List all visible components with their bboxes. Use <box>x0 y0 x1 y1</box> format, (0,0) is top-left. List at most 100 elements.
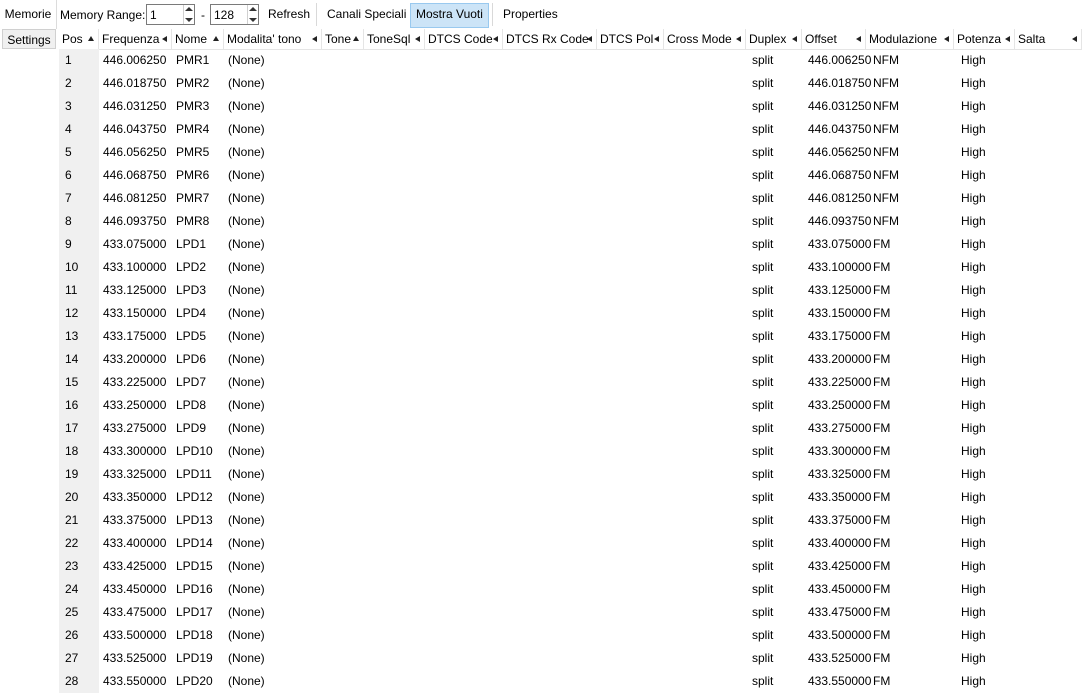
cell-freq[interactable]: 446.093750 <box>103 210 166 233</box>
cell-freq[interactable]: 446.018750 <box>103 72 166 95</box>
cell-pos[interactable]: 19 <box>65 463 78 486</box>
cell-modulation[interactable]: FM <box>873 440 890 463</box>
cell-freq[interactable]: 433.475000 <box>103 601 166 624</box>
cell-duplex[interactable]: split <box>752 647 773 670</box>
cell-duplex[interactable]: split <box>752 394 773 417</box>
cell-offset[interactable]: 446.043750 <box>808 118 871 141</box>
cell-name[interactable]: LPD5 <box>176 325 206 348</box>
cell-power[interactable]: High <box>961 555 986 578</box>
cell-duplex[interactable]: split <box>752 348 773 371</box>
cell-tone-mode[interactable]: (None) <box>228 601 265 624</box>
cell-modulation[interactable]: NFM <box>873 141 899 164</box>
sort-ascending-icon[interactable] <box>353 36 359 41</box>
cell-duplex[interactable]: split <box>752 302 773 325</box>
cell-name[interactable]: LPD17 <box>176 601 213 624</box>
cell-modulation[interactable]: FM <box>873 486 890 509</box>
cell-offset[interactable]: 446.006250 <box>808 49 871 72</box>
cell-tone-mode[interactable]: (None) <box>228 463 265 486</box>
column-header-tonesql[interactable]: ToneSql <box>364 29 425 49</box>
table-row[interactable]: 19 433.325000 LPD11 (None) split 433.325000 FM… <box>59 463 1082 486</box>
cell-freq[interactable]: 433.275000 <box>103 417 166 440</box>
cell-offset[interactable]: 433.225000 <box>808 371 871 394</box>
tab-settings[interactable]: Settings <box>2 29 56 49</box>
cell-name[interactable]: PMR2 <box>176 72 209 95</box>
cell-tone-mode[interactable]: (None) <box>228 532 265 555</box>
cell-power[interactable]: High <box>961 394 986 417</box>
cell-name[interactable]: LPD19 <box>176 647 213 670</box>
column-header-duplex[interactable]: Duplex <box>746 29 802 49</box>
table-row[interactable]: 25 433.475000 LPD17 (None) split 433.475000 FM… <box>59 601 1082 624</box>
cell-tone-mode[interactable]: (None) <box>228 279 265 302</box>
cell-name[interactable]: LPD4 <box>176 302 206 325</box>
arrow-down-icon[interactable] <box>249 18 257 22</box>
cell-power[interactable]: High <box>961 302 986 325</box>
cell-tone-mode[interactable]: (None) <box>228 187 265 210</box>
cell-duplex[interactable]: split <box>752 601 773 624</box>
cell-duplex[interactable]: split <box>752 555 773 578</box>
cell-duplex[interactable]: split <box>752 509 773 532</box>
cell-modulation[interactable]: FM <box>873 394 890 417</box>
cell-name[interactable]: LPD14 <box>176 532 213 555</box>
cell-power[interactable]: High <box>961 95 986 118</box>
cell-tone-mode[interactable]: (None) <box>228 394 265 417</box>
arrow-up-icon[interactable] <box>249 7 257 11</box>
cell-name[interactable]: PMR5 <box>176 141 209 164</box>
cell-duplex[interactable]: split <box>752 371 773 394</box>
cell-pos[interactable]: 20 <box>65 486 78 509</box>
cell-freq[interactable]: 433.300000 <box>103 440 166 463</box>
cell-freq[interactable]: 446.068750 <box>103 164 166 187</box>
column-header-nome[interactable]: Nome <box>172 29 224 49</box>
cell-offset[interactable]: 433.250000 <box>808 394 871 417</box>
cell-pos[interactable]: 15 <box>65 371 78 394</box>
cell-freq[interactable]: 446.043750 <box>103 118 166 141</box>
collapse-arrow-icon[interactable] <box>1072 36 1077 42</box>
cell-name[interactable]: LPD11 <box>176 463 212 486</box>
cell-freq[interactable]: 433.325000 <box>103 463 166 486</box>
canali-speciali-button[interactable]: Canali Speciali <box>322 3 411 26</box>
cell-pos[interactable]: 1 <box>65 49 72 72</box>
cell-modulation[interactable]: NFM <box>873 95 899 118</box>
cell-power[interactable]: High <box>961 417 986 440</box>
cell-offset[interactable]: 433.350000 <box>808 486 871 509</box>
cell-name[interactable]: PMR3 <box>176 95 209 118</box>
cell-modulation[interactable]: FM <box>873 670 890 693</box>
cell-pos[interactable]: 12 <box>65 302 78 325</box>
cell-modulation[interactable]: FM <box>873 325 890 348</box>
cell-offset[interactable]: 446.018750 <box>808 72 871 95</box>
cell-offset[interactable]: 433.525000 <box>808 647 871 670</box>
cell-freq[interactable]: 433.225000 <box>103 371 166 394</box>
range-end-stepper[interactable]: 128 <box>210 4 259 25</box>
cell-power[interactable]: High <box>961 348 986 371</box>
cell-modulation[interactable]: FM <box>873 233 890 256</box>
cell-name[interactable]: PMR1 <box>176 49 209 72</box>
cell-power[interactable]: High <box>961 509 986 532</box>
table-row[interactable]: 16 433.250000 LPD8 (None) split 433.250000 FM H… <box>59 394 1082 417</box>
cell-name[interactable]: PMR4 <box>176 118 209 141</box>
cell-offset[interactable]: 433.400000 <box>808 532 871 555</box>
collapse-arrow-icon[interactable] <box>493 36 498 42</box>
cell-freq[interactable]: 433.375000 <box>103 509 166 532</box>
cell-tone-mode[interactable]: (None) <box>228 624 265 647</box>
cell-duplex[interactable]: split <box>752 187 773 210</box>
cell-offset[interactable]: 433.450000 <box>808 578 871 601</box>
cell-tone-mode[interactable]: (None) <box>228 371 265 394</box>
cell-offset[interactable]: 446.093750 <box>808 210 871 233</box>
cell-pos[interactable]: 24 <box>65 578 78 601</box>
cell-tone-mode[interactable]: (None) <box>228 72 265 95</box>
cell-duplex[interactable]: split <box>752 486 773 509</box>
cell-tone-mode[interactable]: (None) <box>228 555 265 578</box>
cell-duplex[interactable]: split <box>752 72 773 95</box>
cell-duplex[interactable]: split <box>752 670 773 693</box>
table-row[interactable]: 13 433.175000 LPD5 (None) split 433.175000 FM H… <box>59 325 1082 348</box>
table-row[interactable]: 12 433.150000 LPD4 (None) split 433.150000 FM H… <box>59 302 1082 325</box>
cell-name[interactable]: LPD18 <box>176 624 213 647</box>
cell-tone-mode[interactable]: (None) <box>228 210 265 233</box>
mostra-vuoti-toggle[interactable]: Mostra Vuoti <box>410 3 489 28</box>
cell-name[interactable]: LPD2 <box>176 256 206 279</box>
cell-pos[interactable]: 21 <box>65 509 78 532</box>
cell-modulation[interactable]: FM <box>873 601 890 624</box>
cell-power[interactable]: High <box>961 141 986 164</box>
column-header-dtcs-rx-code[interactable]: DTCS Rx Code <box>503 29 597 49</box>
table-row[interactable]: 5 446.056250 PMR5 (None) split 446.056250 NFM H… <box>59 141 1082 164</box>
cell-modulation[interactable]: FM <box>873 509 890 532</box>
